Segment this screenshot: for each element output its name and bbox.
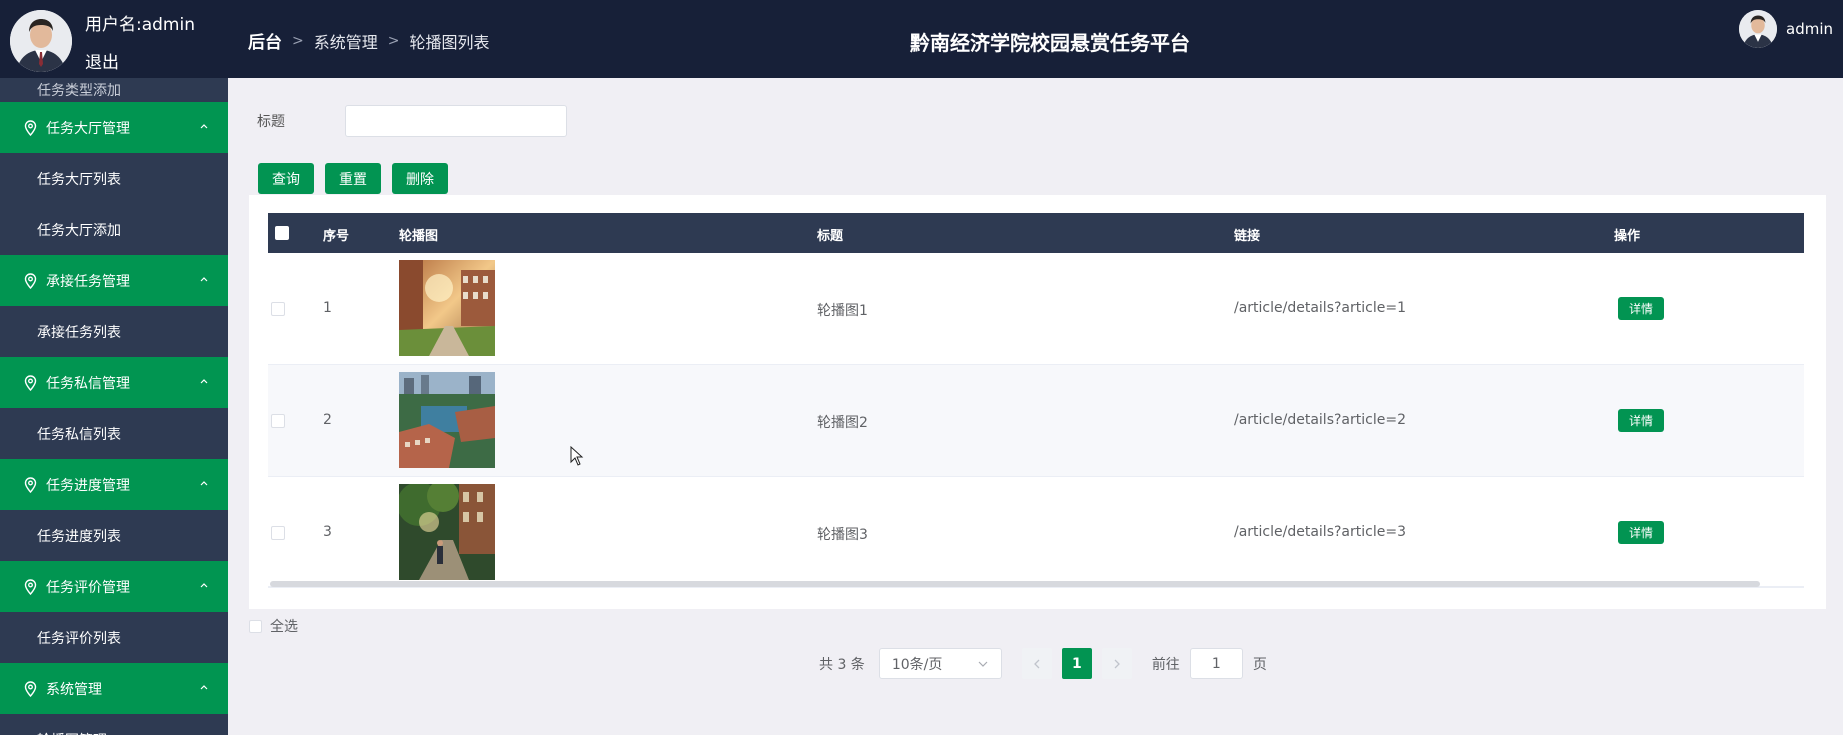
- row-index: 3: [323, 524, 332, 540]
- query-button[interactable]: 查询: [258, 163, 314, 194]
- row-index: 2: [323, 412, 332, 428]
- header-avatar[interactable]: [1739, 10, 1777, 48]
- sidebar-item-review-list[interactable]: 任务评价列表: [0, 612, 228, 663]
- header-checkbox[interactable]: [275, 226, 289, 240]
- sidebar-item-task-type-add[interactable]: 任务类型添加: [0, 78, 228, 102]
- sidebar-group-system[interactable]: 系统管理: [0, 663, 228, 714]
- sidebar-group-task-hall[interactable]: 任务大厅管理: [0, 102, 228, 153]
- row-title: 轮播图3: [817, 527, 868, 543]
- table-row: 3 轮播图3 /article/details?article=3 详情: [268, 477, 1804, 587]
- chevron-up-icon: [200, 277, 208, 282]
- sidebar-item-task-hall-list[interactable]: 任务大厅列表: [0, 153, 228, 204]
- table-header: 序号 轮播图 标题 链接 操作: [268, 213, 1804, 253]
- header-user[interactable]: admin: [1739, 10, 1833, 48]
- column-header-index: 序号: [323, 229, 350, 244]
- reset-button[interactable]: 重置: [325, 163, 381, 194]
- row-checkbox[interactable]: [271, 414, 285, 428]
- page-number-current[interactable]: 1: [1061, 648, 1092, 679]
- action-buttons: 查询 重置 删除: [258, 163, 448, 194]
- page-size-select[interactable]: 10条/页: [878, 648, 1002, 679]
- location-pin-icon: [24, 374, 37, 391]
- chevron-down-icon: [978, 661, 988, 667]
- goto-page-input[interactable]: [1189, 648, 1243, 679]
- page-size-value: 10条/页: [891, 656, 943, 673]
- delete-button[interactable]: 删除: [392, 163, 448, 194]
- table-row: 1 轮播图1 /article/details?article=1 详情: [268, 253, 1804, 365]
- table-row: 2 轮播图2 /article/details?article=2 详情: [268, 365, 1804, 477]
- sidebar-item-accepted-list[interactable]: 承接任务列表: [0, 306, 228, 357]
- carousel-thumbnail: [399, 260, 495, 356]
- table-bottom-border: [268, 587, 1804, 588]
- location-pin-icon: [24, 680, 37, 697]
- select-all-label: 全选: [270, 619, 298, 635]
- detail-button[interactable]: 详情: [1618, 521, 1665, 544]
- sidebar-group-label: 任务进度管理: [46, 477, 130, 494]
- search-row: 标题: [257, 104, 567, 138]
- sidebar: 任务类型添加 任务大厅管理 任务大厅列表 任务大厅添加 承接任务管理 承接任务列…: [0, 78, 228, 735]
- pagination: 共 3 条 10条/页 1 前往 页: [819, 648, 1267, 679]
- title-search-input[interactable]: [345, 105, 567, 137]
- sidebar-group-accepted-tasks[interactable]: 承接任务管理: [0, 255, 228, 306]
- goto-unit: 页: [1252, 656, 1267, 673]
- row-title: 轮播图1: [817, 303, 868, 319]
- location-pin-icon: [24, 119, 37, 136]
- chevron-up-icon: [200, 124, 208, 129]
- location-pin-icon: [24, 272, 37, 289]
- column-header-link: 链接: [1234, 229, 1261, 244]
- row-checkbox[interactable]: [271, 302, 285, 316]
- column-header-action: 操作: [1614, 229, 1641, 244]
- chevron-up-icon: [200, 685, 208, 690]
- goto-page: 前往 页: [1152, 648, 1267, 679]
- chevron-up-icon: [200, 481, 208, 486]
- sidebar-item-progress-list[interactable]: 任务进度列表: [0, 510, 228, 561]
- prev-page-button[interactable]: [1021, 648, 1052, 679]
- next-page-button[interactable]: [1101, 648, 1132, 679]
- carousel-thumbnail: [399, 372, 495, 468]
- pagination-total: 共 3 条: [819, 656, 865, 673]
- row-link: /article/details?article=3: [1234, 524, 1406, 540]
- header-username[interactable]: admin: [1786, 20, 1833, 38]
- sidebar-group-label: 任务私信管理: [46, 375, 130, 392]
- sidebar-item-message-list[interactable]: 任务私信列表: [0, 408, 228, 459]
- sidebar-group-label: 承接任务管理: [46, 273, 130, 290]
- column-header-title: 标题: [817, 229, 844, 244]
- location-pin-icon: [24, 578, 37, 595]
- chevron-up-icon: [200, 379, 208, 384]
- sidebar-group-label: 任务评价管理: [46, 579, 130, 596]
- row-checkbox[interactable]: [271, 526, 285, 540]
- row-title: 轮播图2: [817, 415, 868, 431]
- chevron-right-icon: [1114, 659, 1120, 668]
- carousel-thumbnail: [399, 484, 495, 580]
- sidebar-group-private-messages[interactable]: 任务私信管理: [0, 357, 228, 408]
- detail-button[interactable]: 详情: [1618, 297, 1665, 320]
- search-title-label: 标题: [257, 114, 285, 130]
- row-link: /article/details?article=1: [1234, 300, 1406, 316]
- chevron-left-icon: [1033, 659, 1040, 668]
- goto-label: 前往: [1151, 656, 1180, 673]
- sidebar-group-progress[interactable]: 任务进度管理: [0, 459, 228, 510]
- select-all[interactable]: 全选: [249, 616, 298, 636]
- app-title: 黔南经济学院校园悬赏任务平台: [910, 31, 1190, 55]
- detail-button[interactable]: 详情: [1618, 409, 1665, 432]
- top-bar: 用户名:admin 退出 后台 > 系统管理 > 轮播图列表 黔南经济学院校园悬…: [0, 0, 1843, 78]
- location-pin-icon: [24, 476, 37, 493]
- row-link: /article/details?article=2: [1234, 412, 1406, 428]
- mouse-cursor-icon: [570, 446, 584, 466]
- sidebar-group-label: 系统管理: [46, 681, 102, 698]
- sidebar-item-carousel-manage[interactable]: 轮播图管理: [0, 714, 228, 735]
- sidebar-item-task-hall-add[interactable]: 任务大厅添加: [0, 204, 228, 255]
- row-index: 1: [323, 300, 332, 316]
- column-header-image: 轮播图: [399, 229, 439, 244]
- sidebar-group-label: 任务大厅管理: [46, 120, 130, 137]
- select-all-checkbox[interactable]: [249, 619, 262, 633]
- sidebar-group-reviews[interactable]: 任务评价管理: [0, 561, 228, 612]
- chevron-up-icon: [200, 583, 208, 588]
